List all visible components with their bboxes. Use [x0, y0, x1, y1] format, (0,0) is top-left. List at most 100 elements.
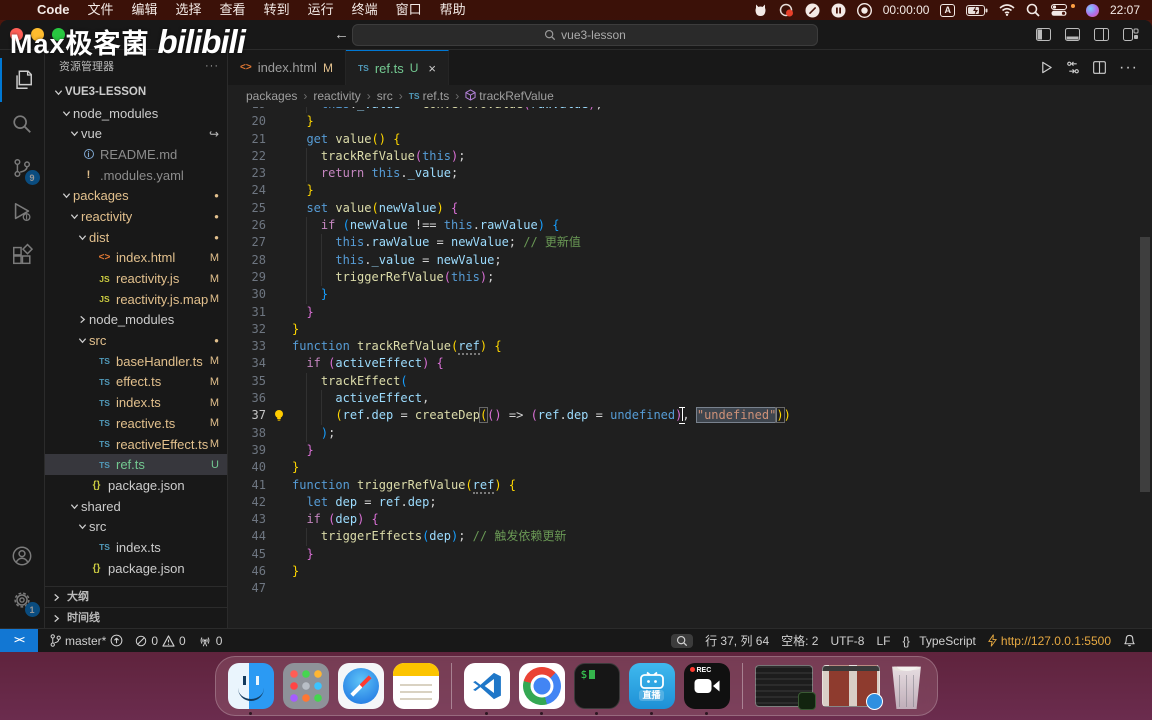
dock-item-finder[interactable] [227, 663, 274, 715]
battery-icon[interactable] [965, 2, 988, 18]
code-line-32[interactable]: 32} [228, 321, 1152, 338]
extensions-view-icon[interactable] [0, 234, 45, 278]
tree-item-effect-ts[interactable]: TS effect.ts M [45, 372, 227, 393]
tree-item-index-html[interactable]: <> index.html M [45, 248, 227, 269]
code-line-27[interactable]: 27 this.rawValue = newValue; // 更新值 [228, 234, 1152, 252]
dock-item-minimized-terminal-window[interactable] [754, 665, 816, 710]
live-server-status[interactable]: http://127.0.0.1:5500 [982, 629, 1117, 653]
code-line-22[interactable]: 22 trackRefValue(this); [228, 147, 1152, 166]
close-window-button[interactable] [10, 28, 23, 41]
code-line-36[interactable]: 36 activeEffect, [228, 390, 1152, 408]
account-icon[interactable] [0, 534, 45, 578]
tree-item-vue3-lesson[interactable]: VUE3-LESSON [45, 82, 227, 103]
spotlight-search-icon[interactable] [1026, 2, 1040, 18]
line-number[interactable]: 40 [228, 459, 266, 476]
code-line-33[interactable]: 33 function trackRefValue(ref) { [228, 338, 1152, 356]
line-number[interactable]: 29 [228, 269, 266, 286]
line-number[interactable]: 21 [228, 131, 266, 148]
tree-item-package-json[interactable]: {} package.json [45, 558, 227, 579]
code-line-31[interactable]: 31 } [228, 304, 1152, 321]
tree-item-package-json[interactable]: {} package.json [45, 475, 227, 496]
line-number[interactable]: 46 [228, 563, 266, 580]
input-method-indicator[interactable]: A [940, 3, 955, 17]
git-branch-status[interactable]: master* [44, 629, 129, 653]
indentation-status[interactable]: 空格: 2 [775, 629, 824, 653]
language-mode-status[interactable]: { } TypeScript [897, 629, 982, 653]
cursor-position-status[interactable]: 行 37, 列 64 [699, 629, 775, 653]
minimize-window-button[interactable] [31, 28, 44, 41]
code-line-47[interactable]: 47 [228, 580, 1152, 597]
customize-layout-icon[interactable] [1123, 28, 1139, 41]
code-line-46[interactable]: 46} [228, 563, 1152, 580]
more-actions-icon[interactable]: ··· [1119, 59, 1138, 77]
line-number[interactable]: 23 [228, 165, 266, 182]
line-number[interactable]: 47 [228, 580, 266, 597]
search-view-icon[interactable] [0, 102, 45, 146]
code-line-45[interactable]: 45 } [228, 546, 1152, 563]
dock-item-screen-recorder[interactable]: REC [683, 663, 730, 715]
line-number[interactable]: 30 [228, 286, 266, 303]
line-number[interactable]: 24 [228, 182, 266, 199]
code-line-35[interactable]: 35 trackEffect( [228, 372, 1152, 391]
line-number[interactable]: 34 [228, 355, 266, 372]
menu-item-window[interactable]: 窗口 [387, 0, 431, 20]
line-number[interactable]: 38 [228, 425, 266, 442]
tree-item-reactivity-js-map[interactable]: JS reactivity.js.map M [45, 289, 227, 310]
dock-item-bilibili-live[interactable]: 直播 [628, 663, 675, 715]
code-line-44[interactable]: 44 triggerEffects(dep); // 触发依赖更新 [228, 528, 1152, 546]
dock-item-launchpad[interactable] [282, 663, 329, 709]
explorer-more-actions-icon[interactable]: ··· [205, 60, 219, 72]
menu-item-view[interactable]: 查看 [211, 0, 255, 20]
explorer-view-icon[interactable] [0, 58, 45, 102]
tree-item-packages[interactable]: packages ● [45, 185, 227, 206]
remote-indicator[interactable]: >< [0, 628, 38, 652]
zoom-status-icon[interactable] [671, 633, 694, 648]
tree-item--modules-yaml[interactable]: ! .modules.yaml [45, 165, 227, 186]
split-editor-icon[interactable] [1093, 61, 1106, 74]
tree-item-reactivity-js[interactable]: JS reactivity.js M [45, 268, 227, 289]
code-line-41[interactable]: 41 function triggerRefValue(ref) { [228, 477, 1152, 494]
editor-scrollbar[interactable] [1140, 237, 1150, 492]
line-number[interactable]: 27 [228, 234, 266, 251]
code-line-21[interactable]: 21 get value() { [228, 131, 1152, 148]
line-number[interactable]: 28 [228, 252, 266, 269]
menu-item-run[interactable]: 运行 [299, 0, 343, 20]
line-number[interactable]: 22 [228, 148, 266, 165]
tree-item-index-ts[interactable]: TS index.ts M [45, 392, 227, 413]
tree-item-shared[interactable]: shared [45, 496, 227, 517]
sidebar-section-大纲[interactable]: 大纲 [45, 586, 227, 607]
command-center-search[interactable]: vue3-lesson [352, 24, 818, 46]
dock-item-chrome[interactable] [518, 663, 565, 715]
code-line-20[interactable]: 20 } [228, 113, 1152, 130]
line-number[interactable]: 44 [228, 528, 266, 545]
toggle-panel-icon[interactable] [1065, 28, 1080, 41]
breadcrumb-symbol[interactable]: trackRefValue [479, 89, 553, 103]
menu-item-select[interactable]: 选择 [167, 0, 211, 20]
line-number[interactable]: 33 [228, 338, 266, 355]
line-number[interactable]: 43 [228, 511, 266, 528]
tree-item-ref-ts[interactable]: TS ref.ts U [45, 454, 227, 476]
tree-item-reactive-ts[interactable]: TS reactive.ts M [45, 413, 227, 434]
tree-item-vue[interactable]: vue ↪ [45, 123, 227, 144]
toggle-primary-sidebar-icon[interactable] [1036, 28, 1051, 41]
pause-recording-icon[interactable] [831, 2, 846, 18]
dock-item-minimized-app-window[interactable] [821, 665, 883, 710]
code-line-30[interactable]: 30 } [228, 286, 1152, 304]
tab-close-icon[interactable]: × [428, 61, 436, 76]
sidebar-section-时间线[interactable]: 时间线 [45, 607, 227, 628]
code-line-25[interactable]: 25 set value(newValue) { [228, 200, 1152, 217]
tree-item-src[interactable]: src ● [45, 330, 227, 351]
settings-gear-icon[interactable]: 1 [0, 578, 45, 622]
menu-item-edit[interactable]: 编辑 [123, 0, 167, 20]
wifi-icon[interactable] [999, 2, 1015, 18]
run-debug-view-icon[interactable] [0, 190, 45, 234]
quick-fix-lightbulb-icon[interactable] [266, 407, 292, 424]
menu-item-code[interactable]: Code [28, 0, 79, 20]
nav-back-icon[interactable]: ← [334, 26, 349, 43]
tab-ref-ts[interactable]: TS ref.ts U × [345, 50, 449, 85]
menu-item-file[interactable]: 文件 [79, 0, 123, 20]
screen-share-icon[interactable] [779, 2, 794, 18]
code-line-40[interactable]: 40} [228, 459, 1152, 476]
line-number[interactable]: 45 [228, 546, 266, 563]
code-line-42[interactable]: 42 let dep = ref.dep; [228, 494, 1152, 511]
